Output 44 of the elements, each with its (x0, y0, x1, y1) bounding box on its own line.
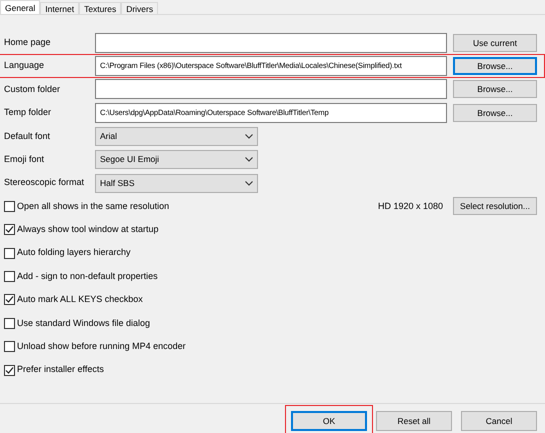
checkbox-label: Auto mark ALL KEYS checkbox (17, 293, 143, 306)
checkbox-label: Open all shows in the same resolution (17, 200, 170, 213)
dialog-button[interactable]: Reset all (376, 411, 452, 431)
checkbox-label: Auto folding layers hierarchy (17, 246, 131, 260)
dialog-button[interactable]: Cancel (461, 411, 537, 431)
checkbox[interactable] (4, 271, 15, 282)
checkbox-label: Always show tool window at startup (17, 223, 159, 236)
field-label: Custom folder (4, 82, 62, 96)
dropdown[interactable]: Half SBS (95, 174, 258, 193)
checkbox-label: Add - sign to non-default properties (17, 270, 158, 283)
checkbox[interactable] (4, 224, 15, 236)
dropdown[interactable]: Arial (95, 126, 258, 146)
checkbox[interactable] (4, 200, 15, 212)
checkbox[interactable] (4, 318, 15, 329)
select-resolution-button[interactable]: Select resolution... (453, 197, 537, 216)
browse-button[interactable]: Browse... (453, 57, 537, 76)
browse-button[interactable]: Use current (453, 34, 537, 52)
checkbox[interactable] (4, 248, 15, 259)
tab[interactable]: Internet (40, 2, 80, 14)
tab[interactable]: Textures (79, 2, 122, 14)
field-label: Stereoscopic format (4, 176, 86, 190)
browse-button[interactable]: Browse... (453, 104, 537, 122)
field-label: Temp folder (4, 106, 52, 120)
tab[interactable]: General (0, 0, 40, 14)
path-field[interactable] (95, 79, 447, 100)
checkbox[interactable] (4, 364, 15, 376)
chevron-down-icon (245, 180, 253, 186)
chevron-down-icon (245, 134, 253, 139)
field-label: Language (4, 59, 46, 72)
dropdown[interactable]: Segoe UI Emoji (95, 150, 258, 170)
field-label: Default font (4, 130, 52, 142)
checkbox-label: Prefer installer effects (17, 363, 104, 376)
path-field[interactable] (95, 32, 447, 53)
tab[interactable]: Drivers (121, 2, 158, 14)
checkbox[interactable] (4, 341, 15, 352)
checkbox-label: Use standard Windows file dialog (17, 316, 150, 330)
field-label: Emoji font (4, 152, 46, 166)
browse-button[interactable]: Browse... (453, 80, 537, 98)
field-label: Home page (4, 36, 52, 49)
chevron-down-icon (245, 157, 253, 162)
dialog-button[interactable]: OK (291, 411, 367, 431)
checkbox-label: Unload show before running MP4 encoder (17, 340, 186, 354)
resolution-label: HD 1920 x 1080 (378, 200, 443, 213)
checkbox[interactable] (4, 294, 15, 306)
